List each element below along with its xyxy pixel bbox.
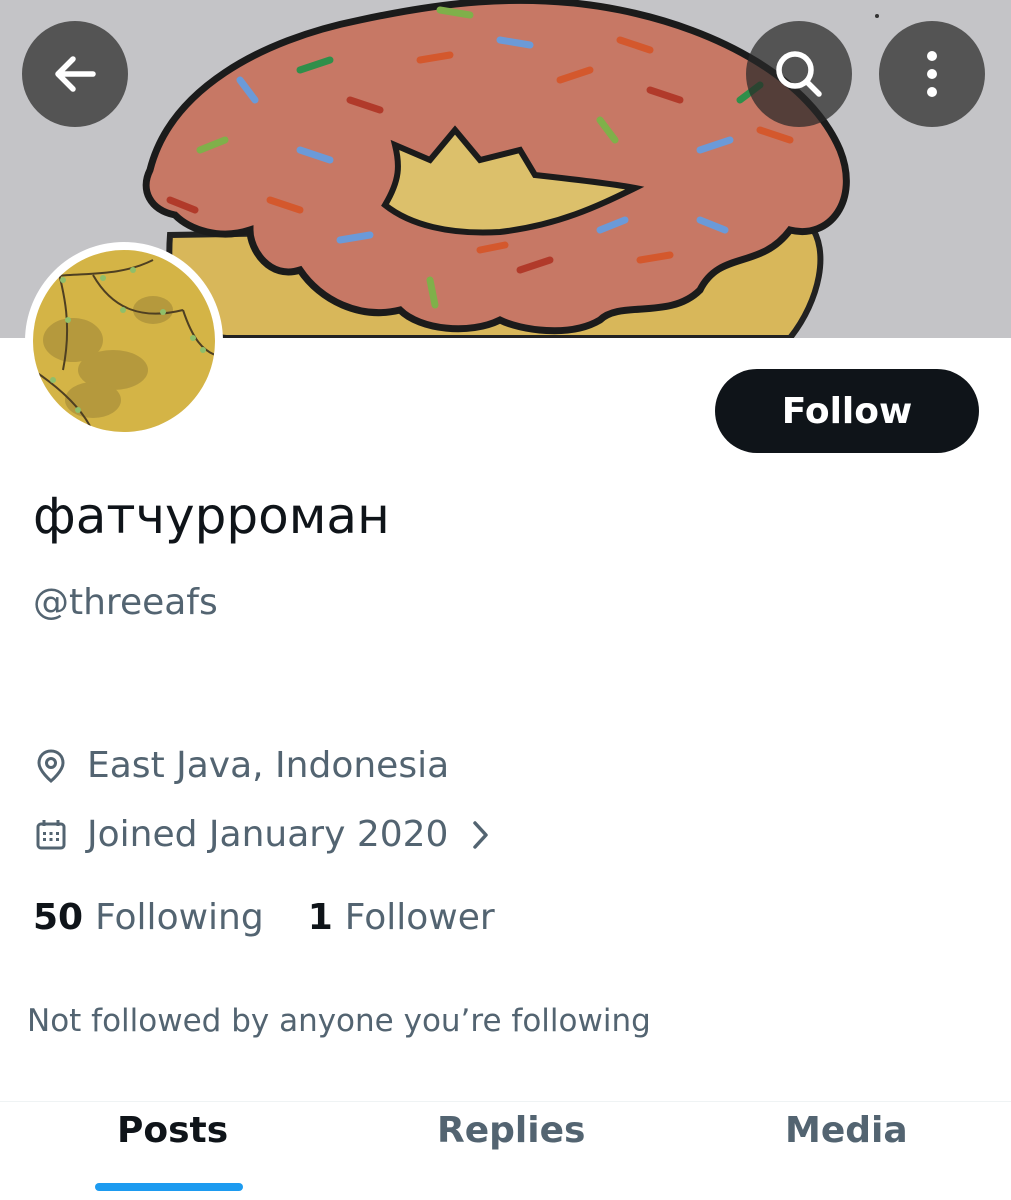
profile-tabs: Posts Replies Media	[0, 1090, 1011, 1200]
follow-stats: 50 Following 1 Follower	[33, 897, 495, 938]
more-vertical-icon	[927, 51, 937, 97]
profile-page: Follow фатчурроман @threeafs East Java, …	[0, 0, 1011, 1200]
more-options-button[interactable]	[879, 21, 985, 127]
tab-media[interactable]: Media	[785, 1110, 908, 1151]
followers-stat[interactable]: 1 Follower	[308, 897, 495, 938]
following-count: 50	[33, 897, 84, 938]
avatar-image	[33, 250, 215, 432]
follow-button[interactable]: Follow	[715, 369, 979, 453]
mutual-followers-note: Not followed by anyone you’re following	[27, 1003, 651, 1039]
tab-replies[interactable]: Replies	[437, 1110, 585, 1151]
avatar[interactable]	[25, 242, 223, 440]
arrow-left-icon	[55, 56, 96, 92]
back-button[interactable]	[22, 21, 128, 127]
following-stat[interactable]: 50 Following	[33, 897, 264, 938]
user-handle: @threeafs	[33, 582, 218, 623]
search-icon	[776, 51, 822, 97]
location-text: East Java, Indonesia	[87, 745, 450, 786]
active-tab-indicator	[95, 1183, 243, 1191]
calendar-icon	[33, 817, 69, 853]
display-name: фатчурроман	[33, 487, 390, 545]
followers-label: Follower	[344, 897, 495, 938]
location-pin-icon	[33, 748, 69, 784]
joined-text: Joined January 2020	[87, 814, 449, 855]
tab-posts[interactable]: Posts	[117, 1110, 228, 1151]
tabs-divider	[0, 1101, 1011, 1102]
search-button[interactable]	[746, 21, 852, 127]
followers-count: 1	[307, 897, 333, 938]
profile-location: East Java, Indonesia	[33, 745, 449, 786]
following-label: Following	[95, 897, 264, 938]
profile-joined[interactable]: Joined January 2020	[33, 814, 492, 855]
chevron-right-icon	[470, 818, 492, 852]
